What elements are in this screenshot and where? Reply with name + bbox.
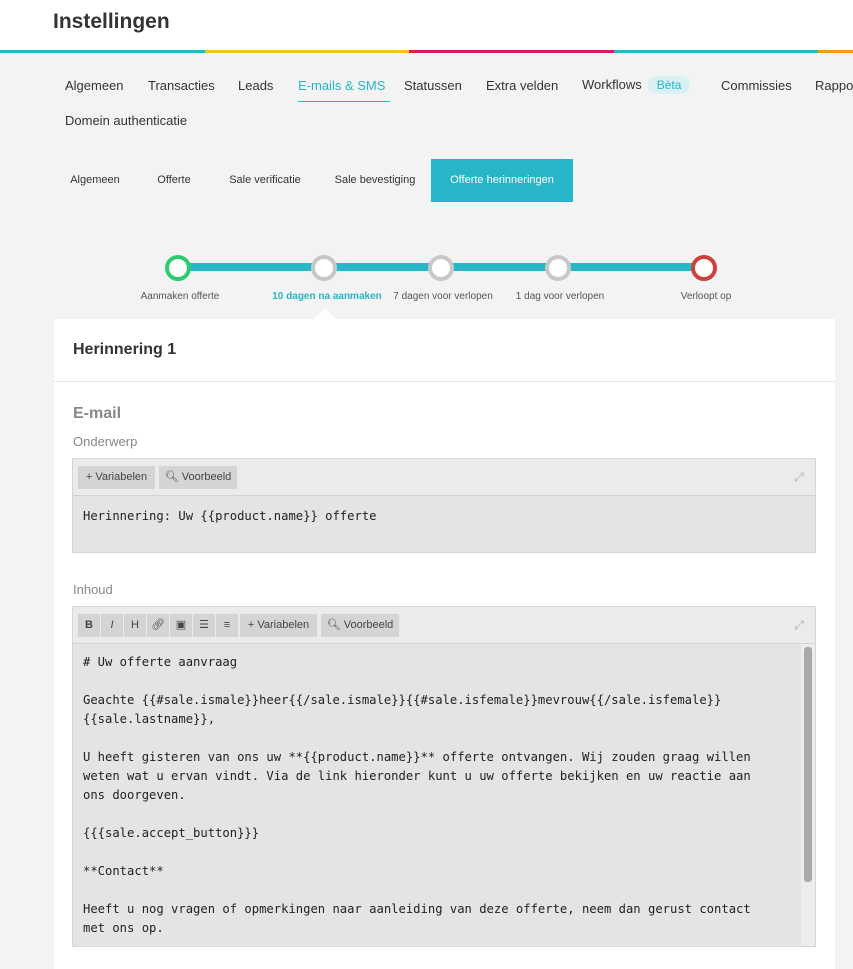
search-icon: 🔍︎ (164, 471, 179, 483)
timeline-step-1-day[interactable] (545, 255, 571, 281)
bullet-list-icon[interactable]: ☰ (193, 614, 215, 637)
tab-statussen[interactable]: Statussen (404, 78, 462, 93)
beta-badge: Bèta (647, 76, 691, 94)
body-label: Inhoud (73, 582, 113, 597)
subject-variables-button[interactable]: + Variabelen (78, 466, 155, 489)
subject-label: Onderwerp (73, 434, 138, 449)
italic-icon[interactable]: I (101, 614, 123, 637)
subject-input[interactable]: Herinnering: Uw {{product.name}} offerte (83, 507, 377, 526)
main-tabs: Algemeen Transacties Leads E-mails & SMS… (0, 70, 853, 166)
timeline-step-7-days[interactable] (428, 255, 454, 281)
search-icon: 🔍︎ (326, 619, 341, 631)
subtab-sale-bevestiging[interactable]: Sale bevestiging (325, 159, 425, 202)
reminder-card: Herinnering 1 E-mail Onderwerp + Variabe… (54, 319, 835, 969)
reminder-timeline: Aanmaken offerte 10 dagen na aanmaken 7 … (0, 250, 853, 310)
link-icon[interactable]: 🔗︎ (147, 614, 169, 637)
image-icon[interactable]: ▣ (170, 614, 192, 637)
timeline-step-expires[interactable] (691, 255, 717, 281)
card-pointer (314, 308, 336, 319)
header-bar-segment (0, 50, 205, 53)
subtab-sale-verificatie[interactable]: Sale verificatie (219, 159, 311, 202)
timeline-step-created[interactable] (165, 255, 191, 281)
body-preview-label: Voorbeeld (343, 619, 394, 631)
subject-preview-label: Voorbeeld (181, 471, 232, 483)
timeline-label: Verloopt op (680, 291, 732, 302)
tab-rapportages[interactable]: Rappor (815, 78, 853, 93)
subtab-offerte-herinneringen[interactable]: Offerte herinneringen (431, 159, 573, 202)
subject-editor[interactable]: + Variabelen 🔍︎ Voorbeeld ⤢ Herinnering:… (72, 458, 816, 553)
bold-icon[interactable]: B (78, 614, 100, 637)
body-editor[interactable]: B I H 🔗︎ ▣ ☰ ≡ + Variabelen 🔍︎ Voorbeeld… (72, 606, 816, 947)
timeline-label: 7 dagen voor verlopen (393, 291, 493, 302)
subtab-algemeen[interactable]: Algemeen (55, 159, 135, 202)
email-section-title: E-mail (73, 405, 122, 422)
tab-leads[interactable]: Leads (238, 78, 273, 93)
subtab-offerte[interactable]: Offerte (143, 159, 205, 202)
header-bar-segment (409, 50, 614, 53)
header-bar-segment (613, 50, 818, 53)
header-color-bar (0, 50, 853, 53)
heading-icon[interactable]: H (124, 614, 146, 637)
reminder-title: Herinnering 1 (73, 341, 177, 358)
page-title: Instellingen (53, 10, 170, 33)
body-variables-button[interactable]: + Variabelen (240, 614, 317, 637)
body-preview-button[interactable]: 🔍︎ Voorbeeld (321, 614, 399, 637)
tab-extra-velden[interactable]: Extra velden (486, 78, 558, 93)
tab-algemeen[interactable]: Algemeen (65, 78, 124, 93)
active-tab-underline (298, 101, 390, 102)
body-input[interactable]: # Uw offerte aanvraag Geachte {{#sale.is… (83, 653, 788, 938)
timeline-step-10-days[interactable] (311, 255, 337, 281)
numbered-list-icon[interactable]: ≡ (216, 614, 238, 637)
tab-workflows[interactable]: Workflows Bèta (582, 76, 691, 94)
tab-domein-authenticatie[interactable]: Domein authenticatie (65, 113, 187, 128)
tab-transacties[interactable]: Transacties (148, 78, 215, 93)
subject-toolbar: + Variabelen 🔍︎ Voorbeeld ⤢ (73, 459, 815, 496)
header-bar-segment (818, 50, 853, 53)
scrollbar[interactable] (801, 644, 815, 946)
body-toolbar: B I H 🔗︎ ▣ ☰ ≡ + Variabelen 🔍︎ Voorbeeld… (73, 607, 815, 644)
timeline-label: Aanmaken offerte (140, 291, 220, 302)
scrollbar-thumb[interactable] (804, 647, 812, 882)
divider (54, 381, 835, 382)
tab-commissies[interactable]: Commissies (721, 78, 792, 93)
expand-icon[interactable]: ⤢ (792, 470, 806, 484)
tab-workflows-label: Workflows (582, 77, 642, 92)
tab-emails-sms[interactable]: E-mails & SMS (298, 78, 385, 93)
timeline-label: 1 dag voor verlopen (515, 291, 605, 302)
subject-preview-button[interactable]: 🔍︎ Voorbeeld (159, 466, 237, 489)
header-bar-segment (204, 50, 409, 53)
expand-icon[interactable]: ⤢ (792, 618, 806, 632)
page-header: Instellingen (0, 0, 853, 54)
timeline-label: 10 dagen na aanmaken (272, 291, 382, 302)
